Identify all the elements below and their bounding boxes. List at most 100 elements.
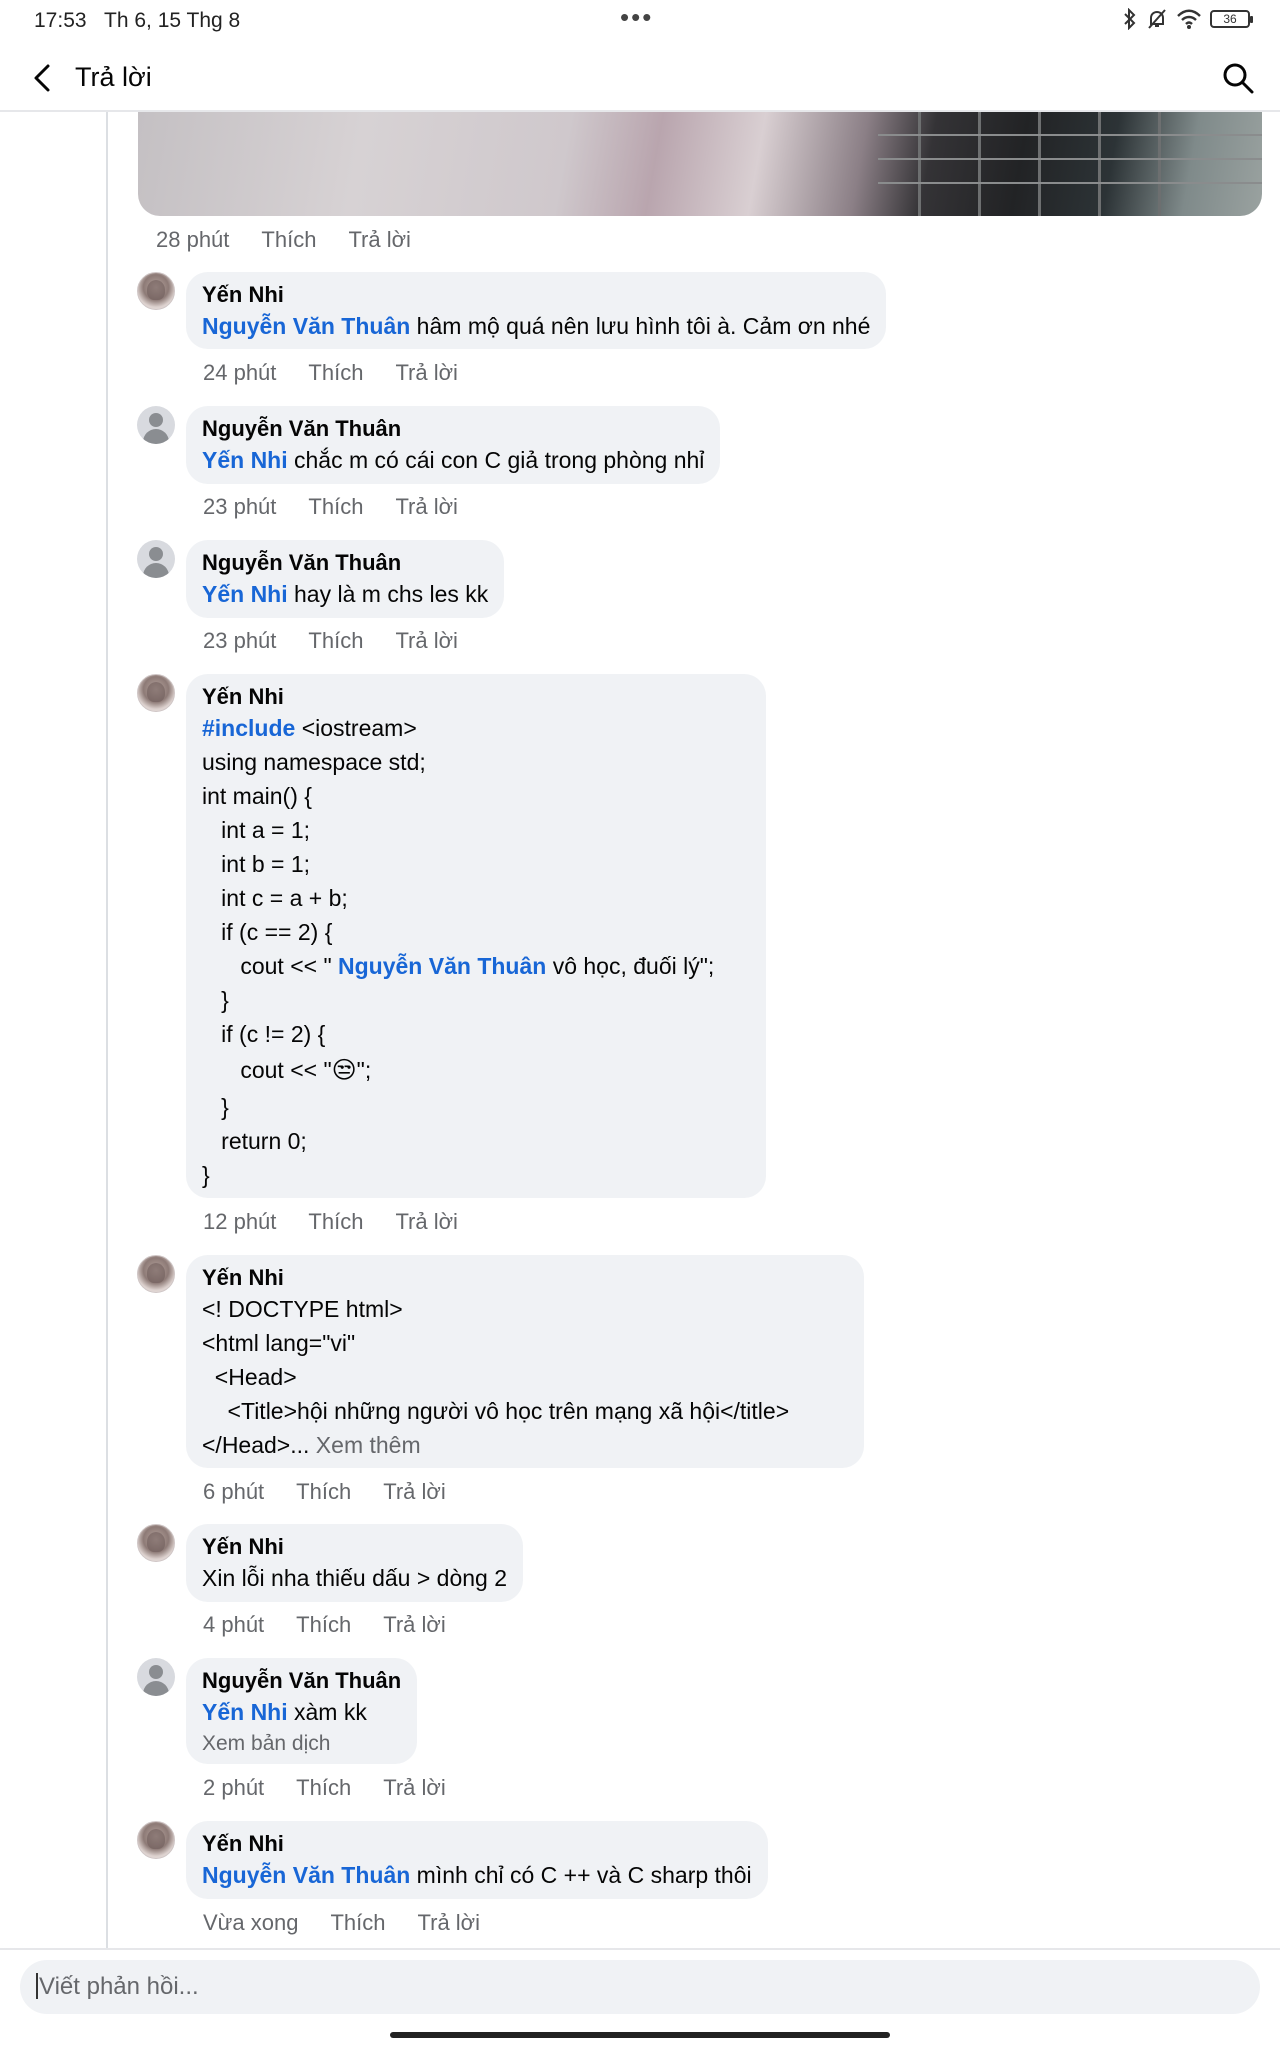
comment-actions: 2 phút Thích Trả lời [203, 1775, 446, 1801]
like-button[interactable]: Thích [296, 1612, 351, 1638]
code-line: #include <iostream> [202, 711, 750, 745]
comment-actions: 4 phút Thích Trả lời [203, 1612, 446, 1638]
like-button[interactable]: Thích [296, 1775, 351, 1801]
like-button[interactable]: Thích [308, 494, 363, 520]
comment-body: mình chỉ có C ++ và C sharp thôi [410, 1862, 752, 1888]
comment-bubble[interactable]: Nguyễn Văn Thuân Yến Nhi hay là m chs le… [186, 540, 505, 618]
reply-button[interactable]: Trả lời [395, 360, 458, 386]
code-line: using namespace std; [202, 749, 426, 775]
see-more-link[interactable]: Xem thêm [309, 1432, 421, 1458]
comment-time: 23 phút [203, 494, 277, 519]
mention-link[interactable]: Nguyễn Văn Thuân [338, 953, 546, 979]
code-line: <Title>hội những người vô học trên mạng … [202, 1398, 790, 1424]
search-button[interactable] [1214, 54, 1262, 102]
mention-link[interactable]: Yến Nhi [202, 581, 288, 607]
code-line: cout << " Nguyễn Văn Thuân vô học, đuối … [202, 949, 750, 983]
image-detail [878, 182, 1262, 184]
page-title: Trả lời [75, 62, 152, 92]
code-line: if (c == 2) { [202, 919, 333, 945]
avatar[interactable] [137, 406, 175, 444]
like-button[interactable]: Thích [308, 360, 363, 386]
image-detail [978, 112, 981, 216]
comment-bubble[interactable]: Yến Nhi #include <iostream> using namesp… [186, 674, 766, 1198]
reply-composer: Viết phản hồi... [0, 1948, 1280, 2048]
like-button[interactable]: Thích [296, 1479, 351, 1505]
comment-author[interactable]: Nguyễn Văn Thuân [202, 1667, 401, 1695]
like-button[interactable]: Thích [261, 227, 316, 253]
comment-body: hay là m chs les kk [287, 581, 489, 607]
comment-time: 12 phút [203, 1209, 277, 1234]
comment-author[interactable]: Yến Nhi [202, 683, 750, 711]
comment-author[interactable]: Yến Nhi [202, 281, 870, 309]
code-line: <html lang="vi" [202, 1330, 356, 1356]
search-icon [1223, 63, 1254, 94]
image-detail [878, 134, 1262, 136]
code-text: </Head>... [202, 1432, 310, 1458]
image-detail [878, 158, 1262, 160]
comment-time: 23 phút [203, 628, 277, 653]
code-line: cout << "😒"; [202, 1051, 750, 1090]
reply-button[interactable]: Trả lời [383, 1612, 446, 1638]
comment-actions: 12 phút Thích Trả lời [203, 1209, 458, 1235]
comment-bubble[interactable]: Nguyễn Văn Thuân Yến Nhi xàm kk Xem bản … [186, 1658, 418, 1764]
avatar[interactable] [137, 540, 175, 578]
code-line: } [202, 987, 229, 1013]
comment-bubble[interactable]: Yến Nhi Nguyễn Văn Thuân hâm mộ quá nên … [186, 272, 887, 349]
avatar[interactable] [137, 1524, 175, 1562]
mention-link[interactable]: Nguyễn Văn Thuân [202, 313, 410, 339]
back-button[interactable] [18, 54, 66, 102]
reply-button[interactable]: Trả lời [395, 628, 458, 654]
reply-button[interactable]: Trả lời [383, 1479, 446, 1505]
comment-author[interactable]: Nguyễn Văn Thuân [202, 415, 704, 443]
comment-bubble[interactable]: Yến Nhi Nguyễn Văn Thuân mình chỉ có C +… [186, 1821, 768, 1899]
reply-button[interactable]: Trả lời [383, 1775, 446, 1801]
reply-button[interactable]: Trả lời [395, 1209, 458, 1235]
comment-time: 2 phút [203, 1775, 265, 1800]
avatar[interactable] [137, 1255, 175, 1293]
code-text: <iostream> [295, 715, 417, 741]
code-line: if (c != 2) { [202, 1021, 326, 1047]
comment-bubble[interactable]: Nguyễn Văn Thuân Yến Nhi chắc m có cái c… [186, 406, 721, 484]
comment-actions: 6 phút Thích Trả lời [203, 1479, 446, 1505]
see-translation-link[interactable]: Xem bản dịch [202, 1729, 401, 1759]
code-line: int b = 1; [202, 851, 311, 877]
comment-body: hâm mộ quá nên lưu hình tôi à. Cảm ơn nh… [410, 313, 871, 339]
reply-button[interactable]: Trả lời [418, 1910, 481, 1936]
reply-input-placeholder: Viết phản hồi... [39, 1973, 199, 2000]
reply-button[interactable]: Trả lời [395, 494, 458, 520]
mention-link[interactable]: Yến Nhi [202, 1699, 288, 1725]
code-line: } [202, 1162, 210, 1188]
status-time: 17:53 [34, 9, 87, 32]
comment-author[interactable]: Yến Nhi [202, 1533, 507, 1561]
like-button[interactable]: Thích [330, 1910, 385, 1936]
multitask-dots-icon[interactable]: ••• [620, 2, 653, 33]
comment-bubble[interactable]: Yến Nhi <! DOCTYPE html> <html lang="vi"… [186, 1255, 864, 1468]
code-text: "; [356, 1057, 372, 1083]
reply-button[interactable]: Trả lời [348, 227, 411, 253]
mention-link[interactable]: Nguyễn Văn Thuân [202, 1862, 410, 1888]
image-detail [1038, 112, 1041, 216]
comment-image-attachment[interactable] [138, 112, 1262, 216]
comment-bubble[interactable]: Yến Nhi Xin lỗi nha thiếu dấu > dòng 2 [186, 1524, 523, 1602]
comment-time: 4 phút [203, 1612, 265, 1637]
comment-body: xàm kk [287, 1699, 367, 1725]
comment-author[interactable]: Nguyễn Văn Thuân [202, 549, 488, 577]
unamused-face-icon: 😒 [331, 1057, 357, 1084]
avatar[interactable] [137, 1658, 175, 1696]
avatar[interactable] [137, 674, 175, 712]
avatar[interactable] [137, 272, 175, 310]
comment-author[interactable]: Yến Nhi [202, 1830, 752, 1858]
code-text: vô học, đuối lý"; [546, 953, 715, 979]
like-button[interactable]: Thích [308, 1209, 363, 1235]
comment-author[interactable]: Yến Nhi [202, 1264, 848, 1292]
like-button[interactable]: Thích [308, 628, 363, 654]
avatar[interactable] [137, 1821, 175, 1859]
top-app-bar: Trả lời [0, 44, 1280, 112]
image-detail [918, 112, 921, 216]
reply-input[interactable]: Viết phản hồi... [20, 1960, 1260, 2014]
code-line: <Head> [202, 1364, 297, 1390]
mention-link[interactable]: Yến Nhi [202, 447, 288, 473]
hashtag-link[interactable]: #include [202, 715, 295, 741]
home-indicator[interactable] [390, 2032, 890, 2038]
code-line: } [202, 1094, 229, 1120]
